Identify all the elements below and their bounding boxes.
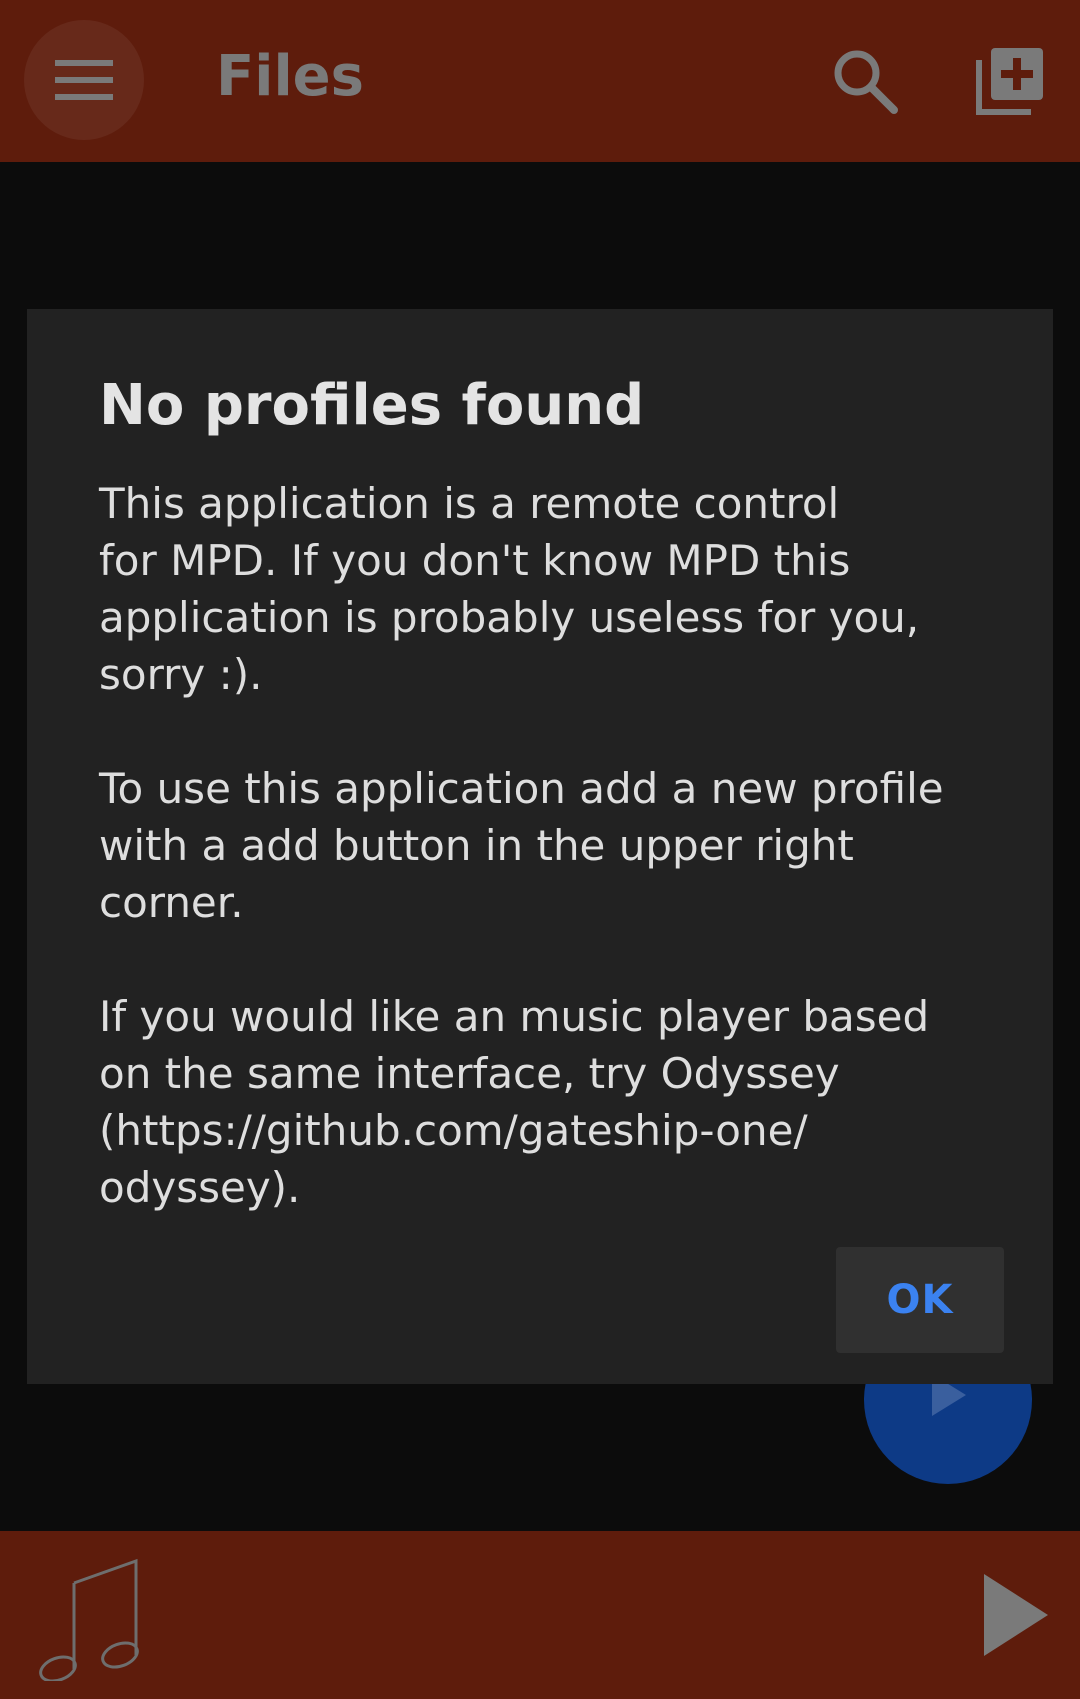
app-toolbar: Files [0, 0, 1080, 162]
library-add-icon [976, 48, 1043, 115]
play-button[interactable] [980, 1572, 1050, 1658]
search-icon [834, 50, 898, 114]
hamburger-menu-icon [55, 60, 113, 100]
dialog-title: No profiles found [99, 373, 645, 438]
ok-button[interactable]: OK [836, 1247, 1004, 1353]
menu-button[interactable] [24, 20, 144, 140]
now-playing-bar[interactable] [0, 1531, 1080, 1699]
toolbar-title: Files [216, 44, 364, 109]
dialog-message: This application is a remote control for… [99, 479, 944, 1212]
add-profile-button[interactable] [975, 44, 1047, 116]
music-note-icon [39, 1558, 139, 1681]
search-button[interactable] [830, 46, 900, 116]
no-profiles-dialog: No profiles found This application is a … [27, 309, 1053, 1384]
